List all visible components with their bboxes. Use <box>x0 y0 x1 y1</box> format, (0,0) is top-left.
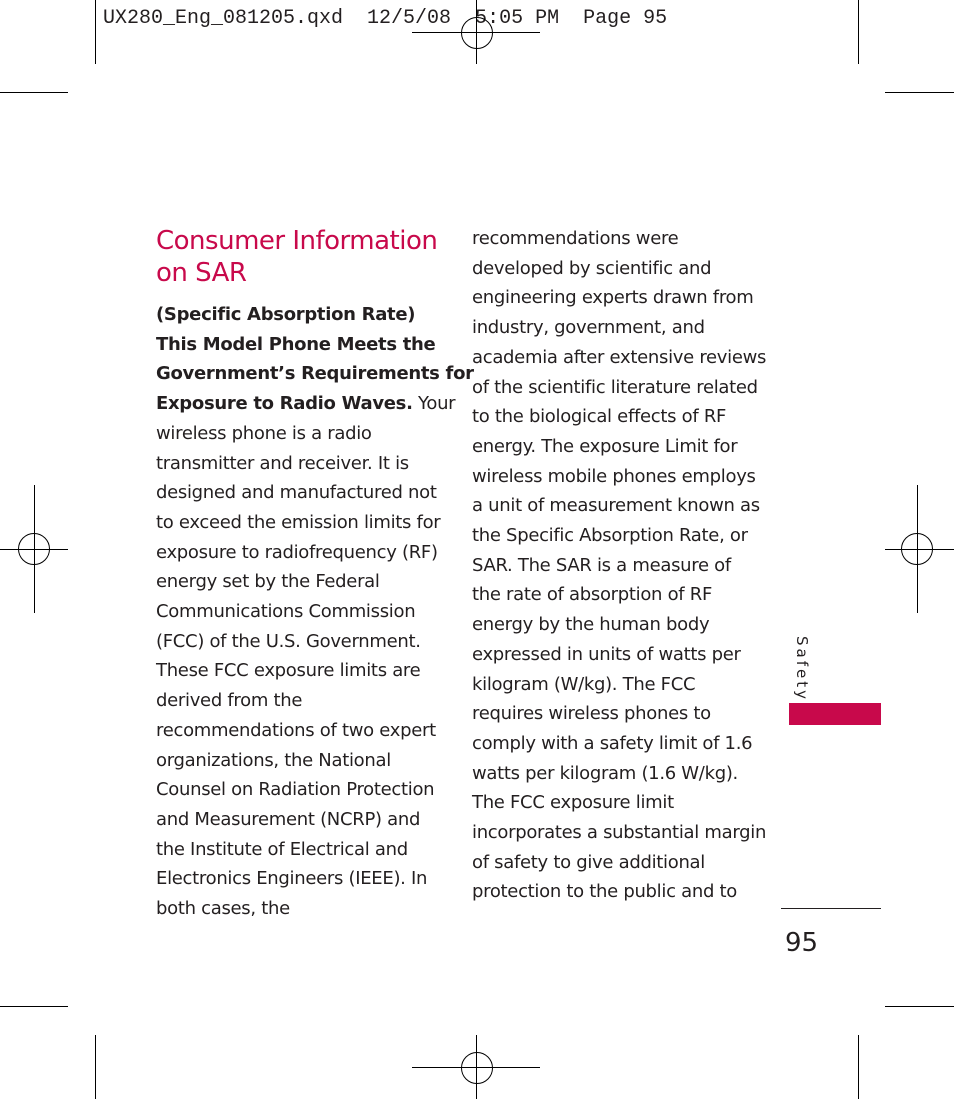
text-line: watts per kilogram (1.6 W/kg). <box>472 762 738 784</box>
text-line: Electronics Engineers (IEEE). In <box>156 868 428 890</box>
text-line: expressed in units of watts per <box>472 643 741 665</box>
text-line: These FCC exposure limits are <box>156 660 421 682</box>
registration-circle <box>18 533 50 565</box>
body-column-left: (Specific Absorption Rate) This Model Ph… <box>156 300 474 924</box>
text-line: of the scientific literature related <box>472 376 758 398</box>
text-line: industry, government, and <box>472 317 705 339</box>
text-line: the Specific Absorption Rate, or <box>472 525 748 547</box>
text-line: to exceed the emission limits for <box>156 511 441 533</box>
text-line: engineering experts drawn from <box>472 287 754 309</box>
section-tab-bar <box>789 703 881 725</box>
bold-line: (Specific Absorption Rate) <box>156 304 416 325</box>
text-line: of safety to give additional <box>472 851 705 873</box>
text-line: and Measurement (NCRP) and <box>156 808 421 830</box>
text-line: transmitter and receiver. It is <box>156 452 409 474</box>
text-line: the Institute of Electrical and <box>156 838 408 860</box>
bold-line: This Model Phone Meets the <box>156 333 436 355</box>
crop-mark <box>885 1006 954 1007</box>
registration-circle <box>461 17 493 49</box>
crop-mark <box>858 0 859 64</box>
text-line: designed and manufactured not <box>156 482 437 504</box>
text-line: organizations, the National <box>156 749 391 771</box>
bold-line: Exposure to Radio Waves. Your <box>156 393 456 415</box>
text-line: The FCC exposure limit <box>472 792 674 814</box>
text-line: energy set by the Federal <box>156 571 380 593</box>
bold-line: Government’s Requirements for <box>156 363 474 385</box>
title-line: on SAR <box>156 258 247 288</box>
text-line: SAR. The SAR is a measure of <box>472 554 731 576</box>
text-line: Counsel on Radiation Protection <box>156 779 435 801</box>
registration-circle <box>901 533 933 565</box>
text-line: both cases, the <box>156 898 290 920</box>
text-line: to the biological effects of RF <box>472 406 727 428</box>
text-line: wireless mobile phones employs <box>472 465 756 487</box>
text-line: the rate of absorption of RF <box>472 584 713 606</box>
text-line: kilogram (W/kg). The FCC <box>472 673 696 695</box>
text-line: energy by the human body <box>472 614 710 636</box>
text-line: energy. The exposure Limit for <box>472 435 738 457</box>
text-line: developed by scientific and <box>472 257 712 279</box>
crop-mark <box>885 92 954 93</box>
text-line: recommendations of two expert <box>156 719 436 741</box>
text-line: derived from the <box>156 690 303 712</box>
crop-mark <box>95 0 96 64</box>
crop-mark <box>0 1006 68 1007</box>
text-line: recommendations were <box>472 228 679 249</box>
page-title: Consumer Information on SAR <box>156 225 456 289</box>
text-line: comply with a safety limit of 1.6 <box>472 732 753 754</box>
text-line: (FCC) of the U.S. Government. <box>156 630 421 652</box>
print-slug: UX280_Eng_081205.qxd 12/5/08 5:05 PM Pag… <box>103 7 668 30</box>
page-number: 95 <box>785 928 819 958</box>
text-line: exposure to radiofrequency (RF) <box>156 541 438 563</box>
text-line: academia after extensive reviews <box>472 346 767 368</box>
section-tab-label: Safety <box>793 636 811 702</box>
crop-mark <box>0 92 68 93</box>
body-column-right: recommendations were developed by scienti… <box>472 224 767 907</box>
text-line: incorporates a substantial margin <box>472 822 767 844</box>
text-line: requires wireless phones to <box>472 703 711 725</box>
crop-mark <box>95 1035 96 1099</box>
text-line: wireless phone is a radio <box>156 422 372 444</box>
registration-circle <box>461 1052 493 1084</box>
text-line: protection to the public and to <box>472 881 737 903</box>
text-line: a unit of measurement known as <box>472 495 760 517</box>
title-line: Consumer Information <box>156 226 438 256</box>
crop-mark <box>858 1035 859 1099</box>
footer-rule <box>781 908 881 909</box>
text-line: Communications Commission <box>156 601 416 623</box>
